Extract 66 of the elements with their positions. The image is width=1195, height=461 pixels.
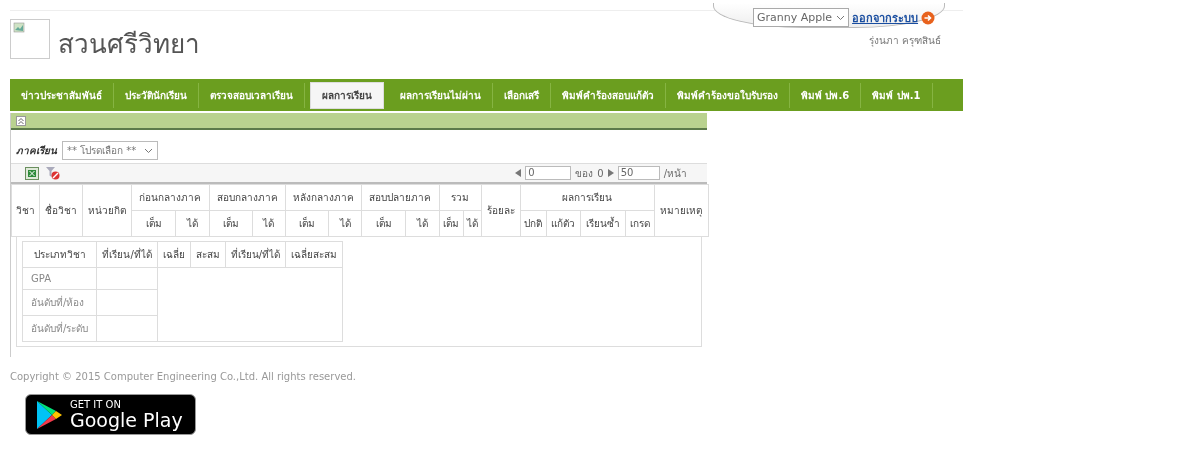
theme-select[interactable]: Granny Apple xyxy=(753,8,850,27)
caret-icon xyxy=(836,14,846,21)
column-header: หน่วยกิต xyxy=(82,184,132,237)
row-header: อันดับที่/ระดับ xyxy=(22,315,97,342)
column-header: ที่เรียน/ที่ได้ xyxy=(225,241,286,268)
column-header: เต็ม xyxy=(285,210,329,237)
column-header: เฉลี่ยสะสม xyxy=(285,241,343,268)
column-header: ประเภทวิชา xyxy=(22,241,97,268)
column-header: หมายเหตุ xyxy=(654,184,709,237)
previous-page-icon[interactable] xyxy=(515,169,522,177)
caret-icon xyxy=(144,147,154,154)
column-header: วิชา xyxy=(11,184,40,237)
nav-tab[interactable]: พิมพ์คำร้องสอบแก้ตัว xyxy=(551,82,666,108)
per-page-label: /หน้า xyxy=(663,166,687,181)
column-header: ได้ xyxy=(252,210,286,237)
column-header: ผลการเรียน xyxy=(520,184,655,211)
nav-tab[interactable]: ข่าวประชาสัมพันธ์ xyxy=(10,82,114,108)
spreadsheet-icon[interactable] xyxy=(25,166,39,180)
play-store-icon xyxy=(36,399,64,430)
page-field[interactable]: 0 xyxy=(525,166,572,180)
column-header: แก้ตัว xyxy=(546,210,581,237)
column-header: เต็ม xyxy=(361,210,406,237)
column-header: ก่อนกลางภาค xyxy=(131,184,210,211)
column-header: เต็ม xyxy=(131,210,176,237)
store-badge[interactable]: GET IT ON Google Play xyxy=(25,394,196,435)
user-name: รุ่งนภา ครุฑสินธ์ xyxy=(868,34,941,48)
nav-tab[interactable]: พิมพ์ ปพ.6 xyxy=(790,82,862,108)
nav-tab[interactable]: ผลการเรียน xyxy=(310,81,384,109)
table-cell xyxy=(96,289,158,316)
column-header: เฉลี่ย xyxy=(157,241,191,268)
column-header: เรียนซ้ำ xyxy=(580,210,626,237)
broken-image-icon xyxy=(10,19,50,59)
nav-tab[interactable]: ผลการเรียนไม่ผ่าน xyxy=(389,82,493,108)
table-cell xyxy=(96,267,158,290)
column-header: ปกติ xyxy=(520,210,547,237)
column-header: ที่เรียน/ที่ได้ xyxy=(96,241,158,268)
column-header: หลังกลางภาค xyxy=(285,184,362,211)
column-header: ได้ xyxy=(405,210,440,237)
column-header: ได้ xyxy=(328,210,362,237)
nav-tab[interactable]: เลือกเสรี xyxy=(493,82,551,108)
collapse-icon[interactable] xyxy=(16,115,26,126)
column-header: ร้อยละ xyxy=(481,184,520,237)
semester-select[interactable]: ** โปรดเลือก ** xyxy=(62,141,159,160)
nav-tab[interactable]: ประวัตินักเรียน xyxy=(114,82,199,108)
row-header: GPA xyxy=(22,267,97,290)
nav-tab[interactable]: ตรวจสอบเวลาเรียน xyxy=(199,82,305,108)
column-header: สะสม xyxy=(190,241,226,268)
nav-tab[interactable]: พิมพ์คำร้องขอใบรับรอง xyxy=(666,82,790,108)
filter-off-icon[interactable] xyxy=(45,166,60,180)
next-page-icon[interactable] xyxy=(607,169,614,177)
column-header: รวม xyxy=(439,184,482,211)
column-header: สอบปลายภาค xyxy=(361,184,440,211)
semester-label: ภาคเรียน xyxy=(16,144,57,158)
column-header: ได้ xyxy=(175,210,210,237)
logout-link[interactable]: ออกจากระบบ xyxy=(852,8,919,27)
page-label: ของ xyxy=(575,166,594,181)
nav-tab[interactable]: พิมพ์ ปพ.1 xyxy=(861,82,933,108)
page-total: 0 xyxy=(597,167,604,179)
column-header: เต็ม xyxy=(439,210,464,237)
column-header: ชื่อวิชา xyxy=(39,184,82,237)
column-header: เต็ม xyxy=(209,210,253,237)
page-size-field[interactable]: 50 xyxy=(617,166,660,180)
site-title: สวนศรีวิทยา xyxy=(58,28,200,61)
column-header: สอบกลางภาค xyxy=(209,184,286,211)
row-header: อันดับที่/ห้อง xyxy=(22,289,97,316)
copyright-text: Copyright © 2015 Computer Engineering Co.,Ltd. All rights reserved. xyxy=(10,371,357,382)
